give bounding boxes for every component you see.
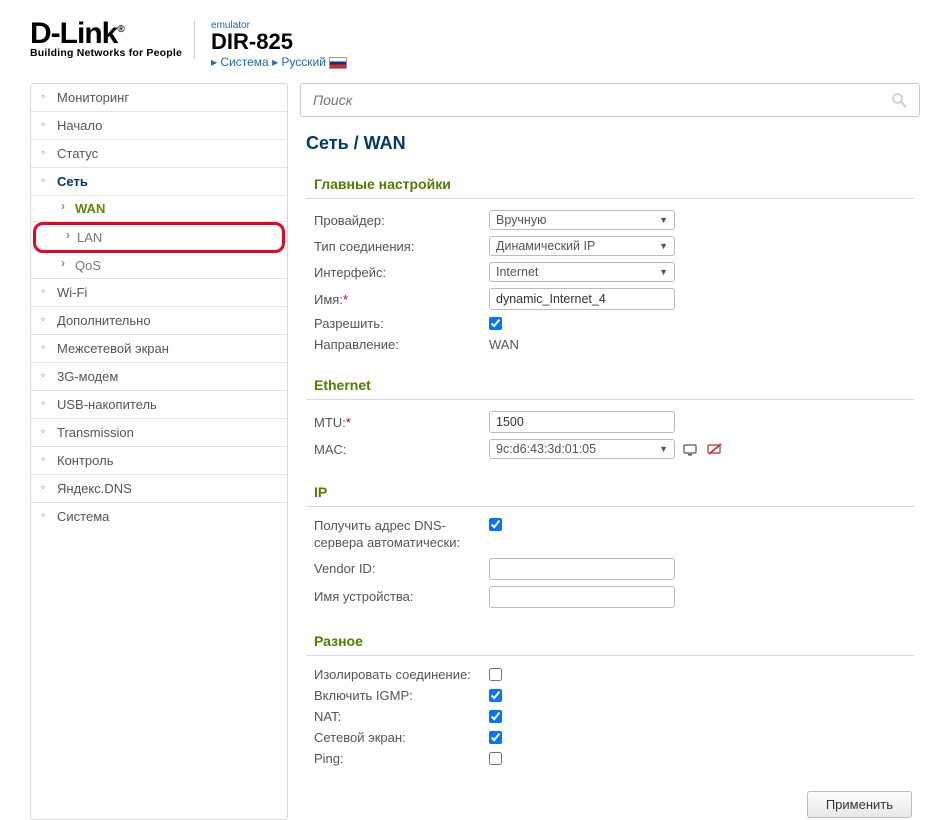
sidebar-item-system[interactable]: Система: [31, 503, 287, 530]
isolate-checkbox[interactable]: [489, 668, 502, 681]
provider-select[interactable]: Вручную▼: [489, 210, 675, 230]
iface-label: Интерфейс:: [314, 265, 489, 280]
vendor-id-label: Vendor ID:: [314, 561, 489, 576]
allow-checkbox[interactable]: [489, 317, 502, 330]
page-title: Сеть / WAN: [306, 133, 914, 154]
mac-label: MAC:: [314, 442, 489, 457]
search-icon: [891, 92, 907, 108]
sidebar-item-3g[interactable]: 3G-модем: [31, 363, 287, 391]
system-link[interactable]: Система: [220, 55, 268, 69]
sidebar-item-usb[interactable]: USB-накопитель: [31, 391, 287, 419]
device-name-input[interactable]: [489, 586, 675, 608]
section-misc: Разное: [306, 629, 914, 656]
header-links: ▸ Система ▸ Русский: [211, 55, 347, 69]
clone-mac-icon[interactable]: [683, 442, 699, 456]
mtu-input[interactable]: [489, 411, 675, 433]
direction-value: WAN: [489, 337, 519, 352]
reset-mac-icon[interactable]: [707, 442, 723, 456]
model-name: DIR-825: [211, 31, 347, 53]
iface-select[interactable]: Internet▼: [489, 262, 675, 282]
sidebar-subitem-qos[interactable]: QoS: [31, 253, 287, 279]
ping-label: Ping:: [314, 751, 489, 766]
mtu-label: MTU:*: [314, 415, 489, 430]
brand-tagline: Building Networks for People: [30, 47, 182, 59]
header: D-Link® Building Networks for People emu…: [30, 20, 920, 69]
russian-flag-icon: [329, 57, 347, 69]
sidebar-item-status[interactable]: Статус: [31, 140, 287, 168]
model-block: emulator DIR-825 ▸ Система ▸ Русский: [209, 20, 347, 69]
sidebar-item-start[interactable]: Начало: [31, 112, 287, 140]
sidebar-item-monitoring[interactable]: Мониторинг: [31, 84, 287, 112]
fw-label: Сетевой экран:: [314, 730, 489, 745]
nat-label: NAT:: [314, 709, 489, 724]
brand-logo: D-Link®: [30, 20, 182, 47]
sidebar-nav: Мониторинг Начало Статус Сеть WAN LAN Qo…: [30, 83, 288, 820]
mac-select[interactable]: 9c:d6:43:3d:01:05▼: [489, 439, 675, 459]
nat-checkbox[interactable]: [489, 710, 502, 723]
fw-checkbox[interactable]: [489, 731, 502, 744]
search-bar: [300, 83, 920, 117]
sidebar-item-network[interactable]: Сеть: [31, 168, 287, 196]
sidebar-item-wifi[interactable]: Wi-Fi: [31, 279, 287, 307]
provider-label: Провайдер:: [314, 213, 489, 228]
isolate-label: Изолировать соединение:: [314, 667, 489, 682]
igmp-checkbox[interactable]: [489, 689, 502, 702]
search-input[interactable]: [313, 92, 891, 108]
conn-type-select[interactable]: Динамический IP▼: [489, 236, 675, 256]
sidebar-subitem-wan[interactable]: WAN: [31, 196, 287, 222]
device-name-label: Имя устройства:: [314, 589, 489, 604]
name-input[interactable]: [489, 288, 675, 310]
logo-block: D-Link® Building Networks for People: [30, 20, 195, 59]
conn-type-label: Тип соединения:: [314, 239, 489, 254]
vendor-id-input[interactable]: [489, 558, 675, 580]
sidebar-item-firewall[interactable]: Межсетевой экран: [31, 335, 287, 363]
igmp-label: Включить IGMP:: [314, 688, 489, 703]
sidebar-item-yandexdns[interactable]: Яндекс.DNS: [31, 475, 287, 503]
dns-auto-checkbox[interactable]: [489, 518, 502, 531]
section-ethernet: Ethernet: [306, 373, 914, 400]
section-main-settings: Главные настройки: [306, 172, 914, 199]
language-link[interactable]: Русский: [281, 55, 326, 69]
dns-auto-label: Получить адрес DNS-сервера автоматически…: [314, 518, 489, 552]
apply-button[interactable]: Применить: [807, 791, 912, 818]
direction-label: Направление:: [314, 337, 489, 352]
sidebar-item-control[interactable]: Контроль: [31, 447, 287, 475]
sidebar-item-transmission[interactable]: Transmission: [31, 419, 287, 447]
ping-checkbox[interactable]: [489, 752, 502, 765]
name-label: Имя:*: [314, 292, 489, 307]
sidebar-subitem-lan[interactable]: LAN: [33, 222, 285, 253]
section-ip: IP: [306, 480, 914, 507]
sidebar-item-advanced[interactable]: Дополнительно: [31, 307, 287, 335]
allow-label: Разрешить:: [314, 316, 489, 331]
